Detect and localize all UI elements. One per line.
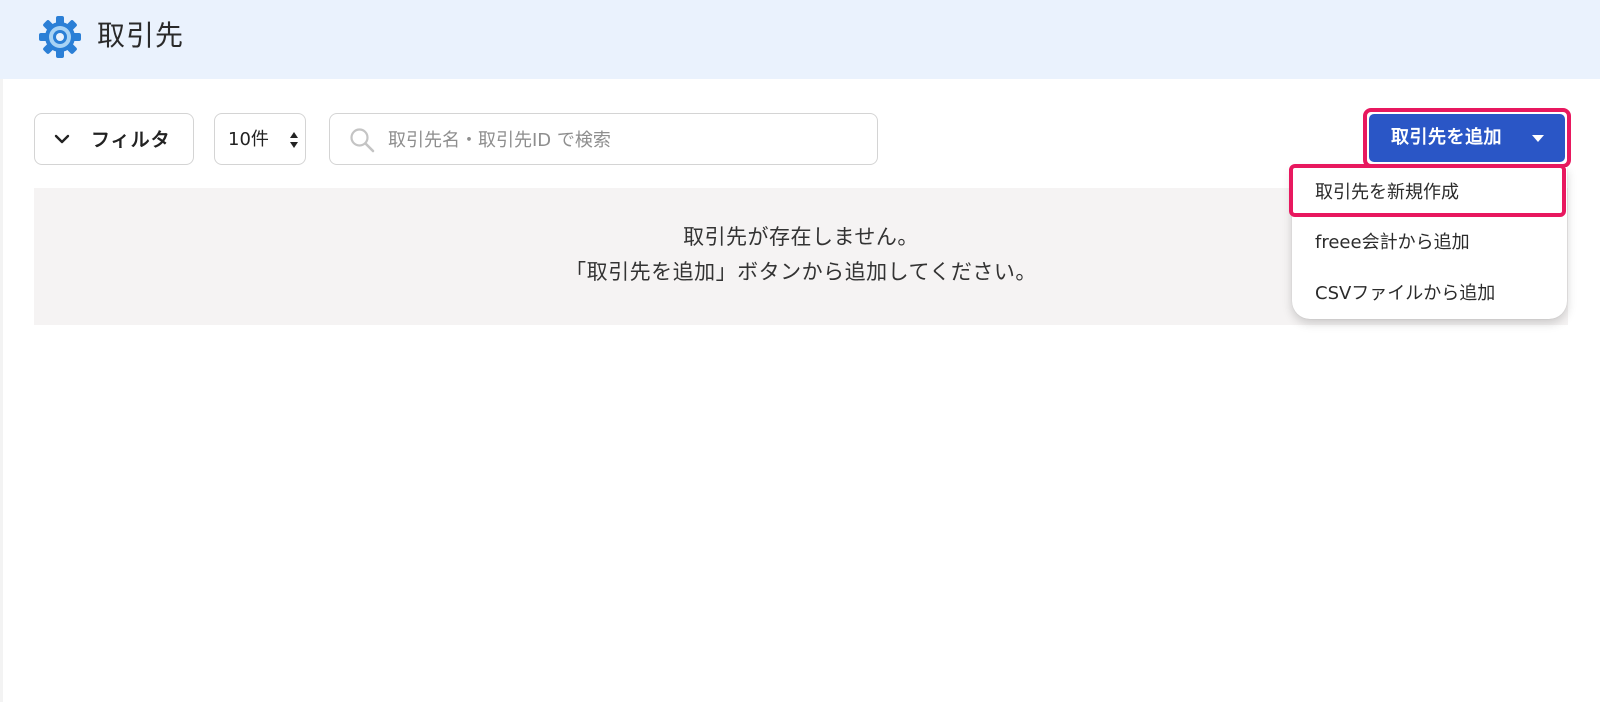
page-header: 取引先 (0, 0, 1600, 79)
menu-item-label: 取引先を新規作成 (1315, 182, 1459, 203)
chevron-down-icon (54, 134, 70, 144)
per-page-select[interactable]: 10件 (214, 113, 306, 165)
filter-button-label: フィルタ (91, 129, 171, 151)
per-page-value: 10件 (228, 129, 269, 150)
page-title: 取引先 (97, 19, 185, 52)
sort-arrows-icon (290, 132, 298, 148)
search-icon (350, 128, 375, 153)
add-partner-button[interactable]: 取引先を追加 (1369, 114, 1565, 162)
search-box (329, 113, 878, 165)
menu-item-add-from-csv[interactable]: CSVファイルから追加 (1292, 270, 1567, 318)
menu-item-label: freee会計から追加 (1315, 232, 1470, 253)
menu-item-create-new[interactable]: 取引先を新規作成 (1292, 169, 1567, 217)
search-input[interactable] (386, 124, 860, 156)
filter-button[interactable]: フィルタ (34, 113, 194, 165)
menu-item-add-from-freee[interactable]: freee会計から追加 (1292, 219, 1567, 267)
menu-item-label: CSVファイルから追加 (1315, 283, 1496, 304)
add-partner-menu: 取引先を新規作成 freee会計から追加 CSVファイルから追加 (1292, 167, 1567, 319)
gear-icon (39, 16, 81, 58)
add-partner-button-label: 取引先を追加 (1391, 127, 1502, 148)
caret-down-icon (1532, 135, 1544, 142)
left-edge-divider (0, 79, 3, 702)
